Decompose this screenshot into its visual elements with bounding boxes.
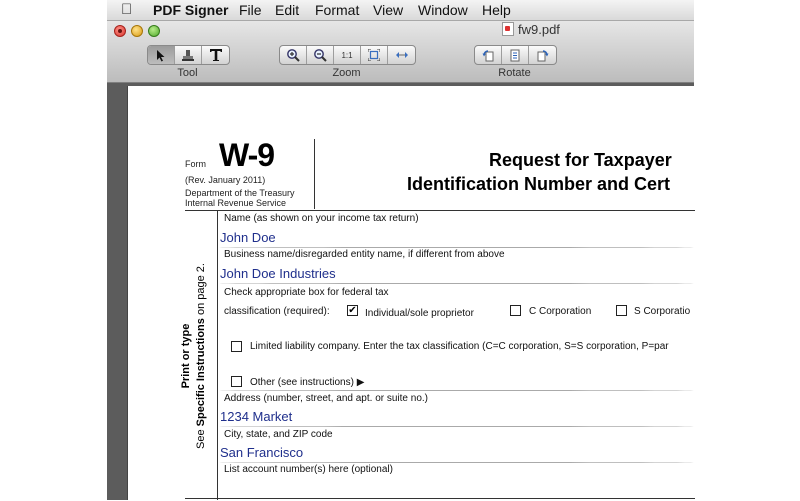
menu-edit[interactable]: Edit — [275, 2, 299, 18]
zoom-out-icon — [314, 49, 327, 62]
bottom-rule — [185, 498, 695, 499]
c-corporation-label: C Corporation — [529, 306, 592, 317]
menu-view[interactable]: View — [373, 2, 403, 18]
pdf-page[interactable]: Form W-9 (Rev. January 2011) Department … — [127, 86, 695, 501]
other-label: Other (see instructions) ▶ — [250, 377, 365, 388]
other-checkbox[interactable] — [231, 376, 242, 387]
llc-checkbox[interactable] — [231, 341, 242, 352]
field-column-border — [217, 211, 218, 500]
business-rule — [218, 283, 695, 284]
text-t-icon — [209, 49, 222, 61]
tool-group-label: Tool — [177, 67, 198, 79]
c-corporation-checkbox[interactable] — [510, 305, 521, 316]
fit-page-button[interactable] — [361, 46, 388, 64]
window-title-text: fw9.pdf — [518, 22, 560, 37]
name-rule — [218, 247, 695, 248]
rotate-group-label: Rotate — [498, 67, 531, 79]
cursor-arrow-icon — [157, 49, 165, 61]
rotate-left-icon — [482, 49, 493, 61]
name-label: Name (as shown on your income tax return… — [224, 213, 419, 224]
name-field[interactable]: John Doe — [220, 230, 276, 245]
business-name-field[interactable]: John Doe Industries — [220, 266, 336, 281]
menu-bar:  PDF Signer File Edit Format View Windo… — [107, 0, 694, 21]
flip-page-button[interactable] — [502, 46, 529, 64]
address-label: Address (number, street, and apt. or sui… — [224, 393, 428, 404]
form-number: W-9 — [219, 137, 275, 173]
business-label: Business name/disregarded entity name, i… — [224, 249, 505, 260]
city-field[interactable]: San Francisco — [220, 445, 303, 460]
classification-label-line2: classification (required): — [224, 306, 330, 317]
form-title-line2: Identification Number and Cert — [407, 174, 671, 194]
individual-label: Individual/sole proprietor — [365, 308, 474, 319]
classification-label-line1: Check appropriate box for federal tax — [224, 287, 389, 298]
menu-help[interactable]: Help — [482, 2, 511, 18]
sidebar-instructions: Print or type See Specific Instructions … — [170, 211, 218, 501]
account-label: List account number(s) here (optional) — [224, 464, 393, 475]
zoom-in-button[interactable] — [280, 46, 307, 64]
close-window-button[interactable] — [114, 25, 126, 37]
department-line: Department of the Treasury — [185, 188, 295, 198]
llc-label: Limited liability company. Enter the tax… — [250, 341, 669, 352]
window-title: fw9.pdf — [502, 22, 560, 37]
window-toolbar: fw9.pdf Tool 1:1 Zoom Rotate — [107, 21, 694, 83]
text-tool-button[interactable] — [202, 46, 229, 64]
form-word: Form — [185, 159, 206, 169]
close-dot-icon — [118, 29, 122, 33]
pdf-file-icon — [502, 22, 514, 36]
stamp-icon — [182, 49, 194, 61]
zoom-in-icon — [287, 49, 300, 62]
zoom-window-button[interactable] — [148, 25, 160, 37]
document-left-gutter — [107, 83, 127, 500]
classification-rule — [218, 390, 695, 391]
individual-checkbox[interactable]: ✔ — [347, 305, 358, 316]
page-flip-icon — [510, 49, 520, 61]
checkmark-icon: ✔ — [348, 305, 357, 316]
sidebar-print-or-type: Print or type — [180, 323, 192, 389]
zoom-out-button[interactable] — [307, 46, 334, 64]
tool-segmented-control — [147, 45, 230, 65]
irs-line: Internal Revenue Service — [185, 198, 287, 208]
fit-width-icon — [395, 52, 408, 58]
zoom-segmented-control: 1:1 — [279, 45, 416, 65]
city-rule — [218, 462, 695, 463]
arrow-tool-button[interactable] — [148, 46, 175, 64]
fit-width-button[interactable] — [388, 46, 415, 64]
rotate-segmented-control — [474, 45, 557, 65]
form-revision: (Rev. January 2011) — [185, 175, 266, 185]
menu-format[interactable]: Format — [315, 2, 359, 18]
address-rule — [218, 426, 695, 427]
sidebar-see-instructions: See Specific Instructions on page 2. — [195, 263, 207, 449]
zoom-group-label: Zoom — [332, 67, 361, 79]
city-label: City, state, and ZIP code — [224, 429, 333, 440]
rotate-left-button[interactable] — [475, 46, 502, 64]
actual-size-label: 1:1 — [341, 50, 353, 60]
fit-page-icon — [368, 49, 380, 61]
stamp-tool-button[interactable] — [175, 46, 202, 64]
address-field[interactable]: 1234 Market — [220, 409, 292, 424]
actual-size-button[interactable]: 1:1 — [334, 46, 361, 64]
header-divider — [314, 139, 315, 209]
menu-app-name[interactable]: PDF Signer — [153, 2, 228, 18]
rotate-right-icon — [537, 49, 549, 61]
menu-file[interactable]: File — [239, 2, 262, 18]
header-rule — [185, 210, 695, 211]
menu-window[interactable]: Window — [418, 2, 468, 18]
s-corporation-checkbox[interactable] — [616, 305, 627, 316]
form-title-line1: Request for Taxpayer — [489, 150, 672, 170]
rotate-right-button[interactable] — [529, 46, 556, 64]
minimize-window-button[interactable] — [131, 25, 143, 37]
apple-menu-icon[interactable]:  — [121, 1, 132, 18]
s-corporation-label: S Corporatio — [634, 306, 691, 317]
